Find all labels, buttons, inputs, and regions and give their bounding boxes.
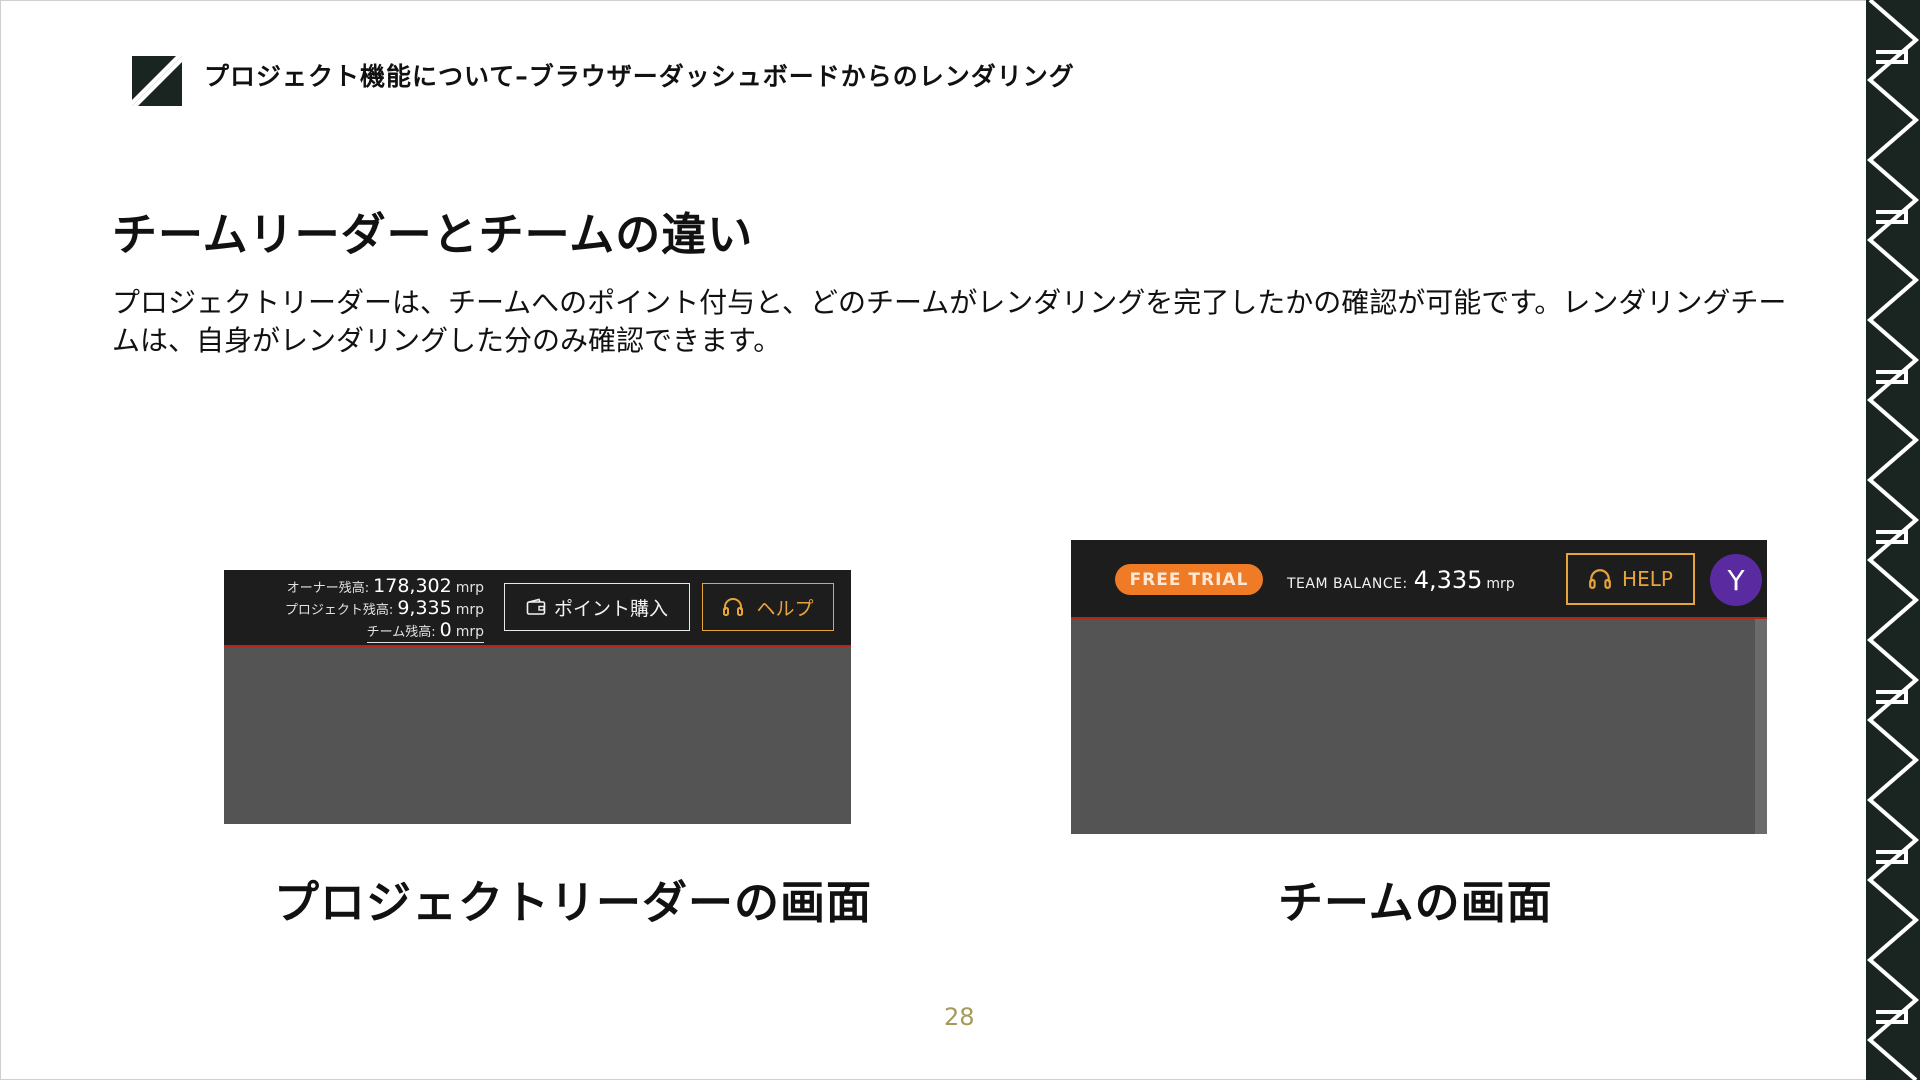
team-balance: TEAM BALANCE: 4,335 mrp <box>1287 566 1515 594</box>
balance-unit: mrp <box>455 624 484 640</box>
team-balance-label: TEAM BALANCE: <box>1287 576 1408 592</box>
project-balance: プロジェクト残高: 9,335 mrp <box>284 597 484 619</box>
help-button[interactable]: ヘルプ <box>702 583 834 631</box>
balance-value: 178,302 <box>373 575 452 597</box>
free-trial-badge: FREE TRIAL <box>1115 564 1263 595</box>
page-number: 28 <box>944 1003 975 1031</box>
team-balance-value: 4,335 <box>1413 566 1483 594</box>
leader-screen-caption: プロジェクトリーダーの画面 <box>274 876 873 929</box>
balance-unit: mrp <box>455 602 484 618</box>
leader-screen: オーナー残高: 178,302 mrp プロジェクト残高: 9,335 mrp チーム残… <box>224 570 851 824</box>
team-balance-unit: mrp <box>1486 576 1515 592</box>
balance-label: プロジェクト残高 <box>284 603 389 618</box>
headset-icon <box>1589 569 1611 589</box>
zigzag-pattern <box>1866 0 1920 1080</box>
diagonal-logo-icon <box>132 56 182 106</box>
body-text: プロジェクトリーダーは、チームへのポイント付与と、どのチームがレンダリングを完了… <box>112 286 1787 357</box>
balance-label: チーム残高 <box>366 625 432 640</box>
wallet-icon <box>526 598 546 615</box>
headset-icon <box>723 598 744 616</box>
scrollbar[interactable] <box>1755 619 1767 834</box>
balance-value: 0 <box>439 619 452 641</box>
team-balance-link[interactable]: チーム残高: 0 mrp <box>366 619 484 643</box>
buy-points-button[interactable]: ポイント購入 <box>504 583 690 631</box>
team-screen-caption: チームの画面 <box>1278 876 1553 929</box>
buy-points-label: ポイント購入 <box>553 597 668 620</box>
help-button[interactable]: HELP <box>1566 553 1695 605</box>
section-heading: チームリーダーとチームの違い <box>112 208 754 261</box>
avatar[interactable]: Y <box>1710 554 1762 606</box>
header-title: プロジェクト機能について–ブラウザーダッシュボードからのレンダリング <box>204 62 1075 91</box>
balance-label: オーナー残高 <box>286 581 365 596</box>
leader-top-bar: オーナー残高: 178,302 mrp プロジェクト残高: 9,335 mrp チーム残… <box>224 570 851 647</box>
balance-value: 9,335 <box>397 597 452 619</box>
help-label: ヘルプ <box>756 597 814 620</box>
team-top-bar: FREE TRIAL TEAM BALANCE: 4,335 mrp HELP Y <box>1071 540 1767 619</box>
help-label: HELP <box>1622 567 1673 591</box>
balance-unit: mrp <box>455 580 484 596</box>
owner-balance: オーナー残高: 178,302 mrp <box>286 575 484 597</box>
team-screen: FREE TRIAL TEAM BALANCE: 4,335 mrp HELP Y <box>1071 540 1767 834</box>
